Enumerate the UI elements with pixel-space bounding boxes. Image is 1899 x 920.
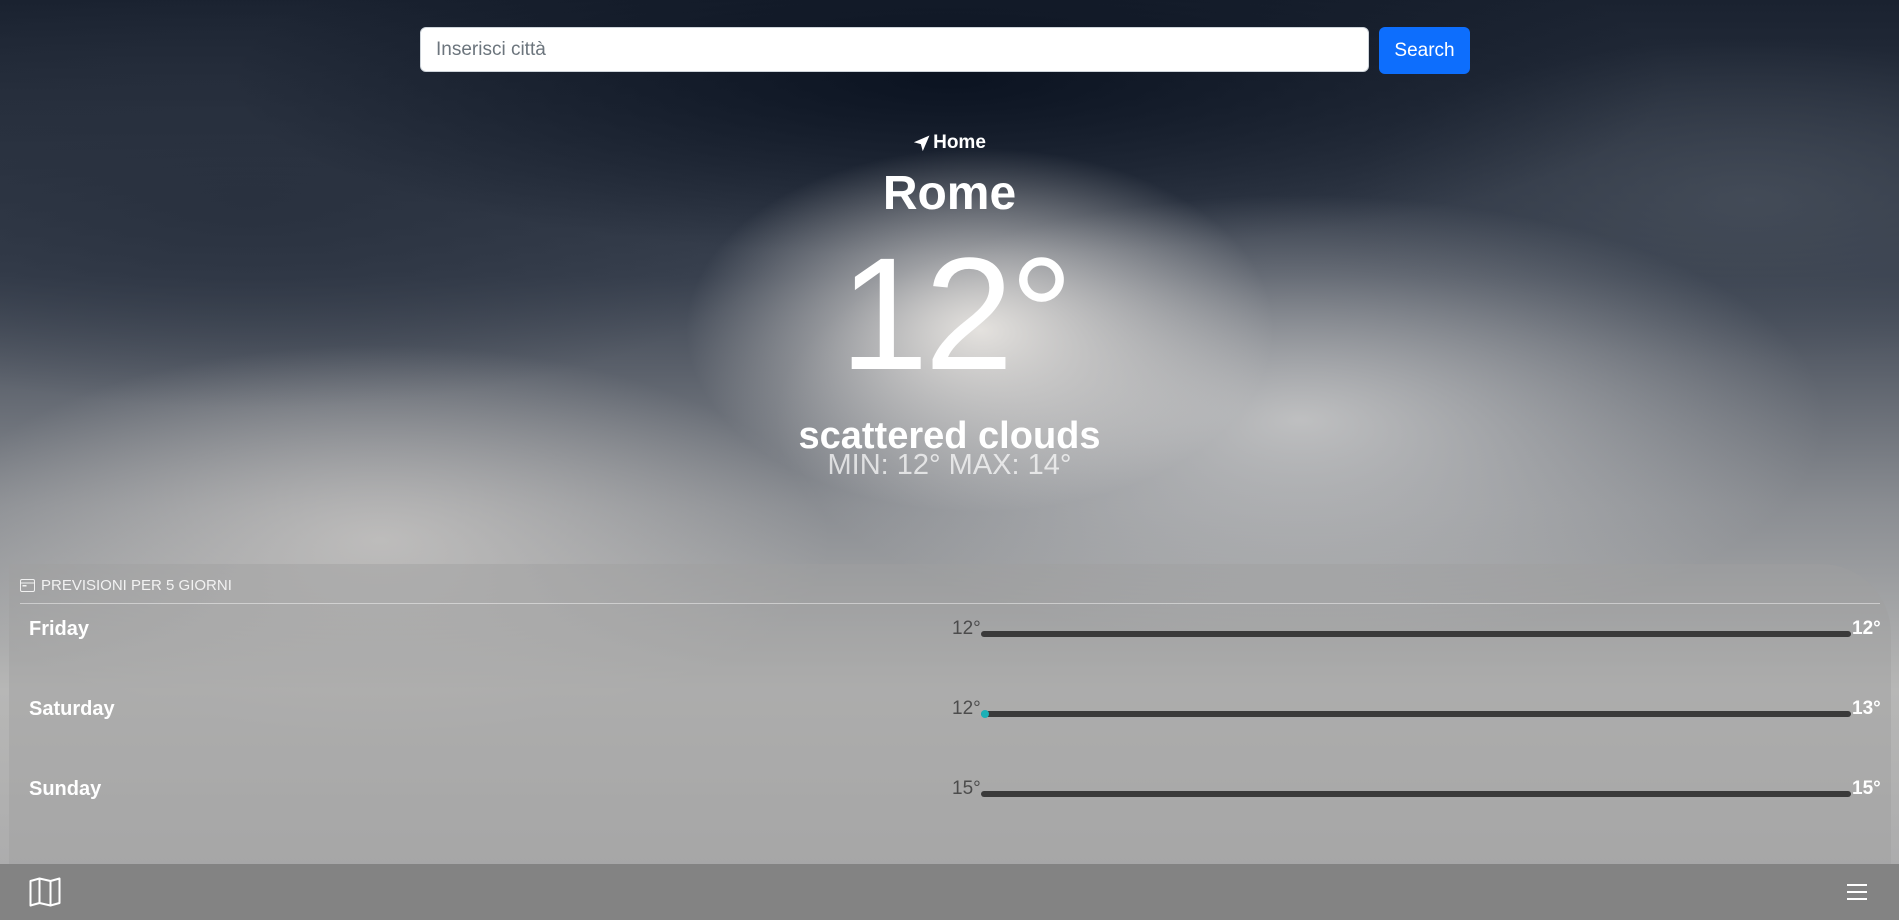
current-temperature: 12° — [839, 224, 1074, 403]
calendar-icon — [20, 579, 35, 592]
bottom-toolbar — [0, 864, 1899, 920]
forecast-header-label: PREVISIONI PER 5 GIORNI — [41, 577, 232, 594]
city-name: Rome — [882, 167, 1017, 220]
city-search-input[interactable] — [420, 27, 1369, 72]
day-min-temp: 15° — [952, 778, 981, 799]
location-label: Home — [933, 132, 986, 153]
forecast-panel: PREVISIONI PER 5 GIORNI Friday 12° 12° S… — [9, 564, 1891, 864]
current-weather: Home Rome 12° scattered clouds MIN: 12° … — [0, 128, 1899, 480]
day-name: Friday — [29, 618, 90, 640]
location-line: Home — [913, 128, 986, 158]
day-max-temp: 13° — [1852, 698, 1881, 719]
day-name: Saturday — [29, 698, 115, 720]
menu-button[interactable] — [1838, 874, 1876, 910]
forecast-row: Friday 12° 12° — [20, 604, 1881, 684]
map-button[interactable] — [26, 874, 64, 910]
day-name: Sunday — [29, 778, 102, 800]
search-form: Search — [420, 27, 1471, 74]
hamburger-menu-icon — [1847, 884, 1867, 900]
min-max-temperature: MIN: 12° MAX: 14° — [827, 449, 1072, 481]
day-min-temp: 12° — [952, 618, 981, 639]
temp-range-bar — [981, 631, 1851, 637]
temp-range-bar — [981, 791, 1851, 797]
search-button[interactable]: Search — [1379, 27, 1470, 74]
forecast-row: Saturday 12° 13° — [20, 684, 1881, 764]
forecast-row: Sunday 15° 15° — [20, 764, 1881, 844]
day-min-temp: 12° — [952, 698, 981, 719]
temp-range-bar — [981, 710, 1851, 718]
map-icon — [29, 877, 61, 907]
day-max-temp: 15° — [1852, 778, 1881, 799]
forecast-header: PREVISIONI PER 5 GIORNI — [20, 564, 1880, 604]
day-max-temp: 12° — [1852, 618, 1881, 639]
location-arrow-icon — [913, 135, 930, 151]
current-temp-dot — [981, 710, 989, 718]
